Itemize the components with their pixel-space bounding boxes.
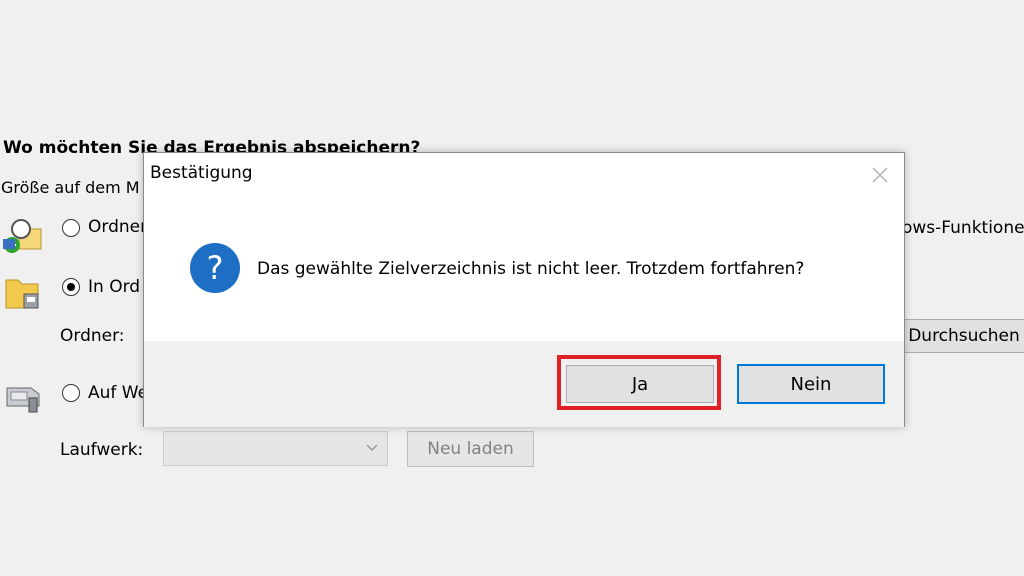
chevron-down-icon: [366, 444, 378, 452]
reload-button[interactable]: Neu laden: [407, 431, 534, 467]
radio-drive-label: Auf We: [88, 383, 149, 403]
question-icon: ?: [190, 243, 240, 293]
radio-in-folder-label: In Ord: [88, 277, 141, 297]
folder-icon: [5, 279, 39, 309]
radio-in-folder[interactable]: [62, 278, 80, 296]
size-label: Größe auf dem M: [1, 178, 140, 197]
windows-functions-text: ows-Funktionen: [902, 218, 1024, 238]
drive-icon: [6, 387, 40, 413]
close-icon[interactable]: [870, 165, 890, 185]
yes-button-highlight: [557, 355, 721, 410]
svg-text:?: ?: [207, 249, 224, 287]
radio-folder-label: Ordner: [88, 217, 148, 237]
confirmation-dialog: Bestätigung ? Das gewählte Zielverzeichn…: [143, 152, 905, 427]
browse-button[interactable]: Durchsuchen: [903, 319, 1024, 353]
radio-folder[interactable]: [62, 219, 80, 237]
dialog-message: Das gewählte Zielverzeichnis ist nicht l…: [257, 259, 805, 279]
radio-drive[interactable]: [62, 384, 80, 402]
folder-label: Ordner:: [60, 326, 125, 346]
dialog-footer: Ja Nein: [144, 341, 904, 427]
no-button[interactable]: Nein: [737, 364, 885, 404]
drive-select[interactable]: [163, 431, 388, 466]
new-folder-icon: [3, 219, 42, 253]
dialog-title: Bestätigung: [150, 163, 253, 183]
drive-label: Laufwerk:: [60, 440, 144, 460]
